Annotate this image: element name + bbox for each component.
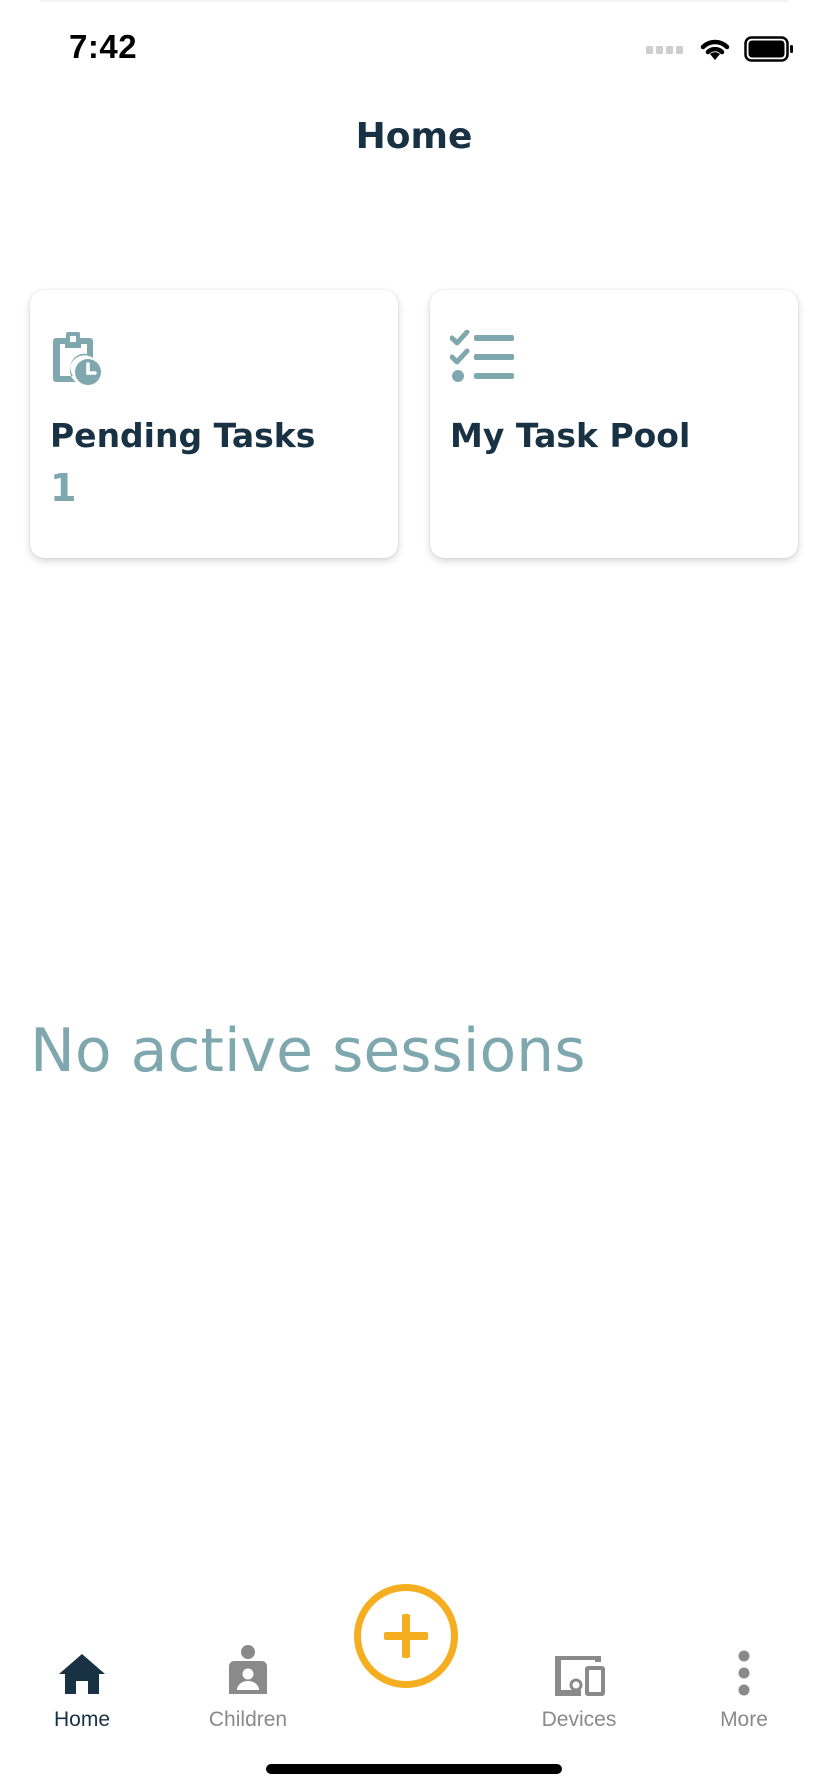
devices-icon xyxy=(551,1640,607,1696)
nav-home-label: Home xyxy=(53,1708,111,1731)
nav-more[interactable]: More xyxy=(684,1640,804,1732)
nav-more-label: More xyxy=(720,1708,768,1731)
home-indicator[interactable] xyxy=(266,1764,562,1774)
nav-children-label: Children xyxy=(208,1708,288,1731)
clipboard-clock-icon xyxy=(50,330,102,392)
nav-home[interactable]: Home xyxy=(22,1640,142,1732)
checklist-icon xyxy=(449,329,516,388)
my-task-pool-title: My Task Pool xyxy=(450,416,691,455)
nav-devices[interactable]: Devices xyxy=(519,1640,639,1732)
child-icon xyxy=(229,1640,267,1696)
home-icon xyxy=(57,1640,107,1696)
top-edge xyxy=(40,0,788,4)
battery-icon xyxy=(744,36,793,62)
more-vertical-icon xyxy=(737,1640,751,1696)
home-screen: 7:42 Home Pending Tasks 1 My Task Pool N… xyxy=(0,0,828,1792)
wifi-icon xyxy=(700,39,730,60)
status-indicators xyxy=(646,36,794,62)
empty-sessions-message: No active sessions xyxy=(30,1016,586,1086)
my-task-pool-card[interactable]: My Task Pool xyxy=(430,290,798,558)
nav-children[interactable]: Children xyxy=(188,1640,308,1732)
plus-icon xyxy=(384,1614,428,1658)
nav-devices-label: Devices xyxy=(541,1708,617,1731)
pending-tasks-count: 1 xyxy=(50,466,77,510)
pending-tasks-card[interactable]: Pending Tasks 1 xyxy=(30,290,398,558)
add-button[interactable] xyxy=(354,1584,458,1688)
pending-tasks-title: Pending Tasks xyxy=(50,416,316,455)
cellular-signal-icon xyxy=(646,46,683,54)
status-time: 7:42 xyxy=(69,28,138,65)
page-title: Home xyxy=(355,116,473,157)
